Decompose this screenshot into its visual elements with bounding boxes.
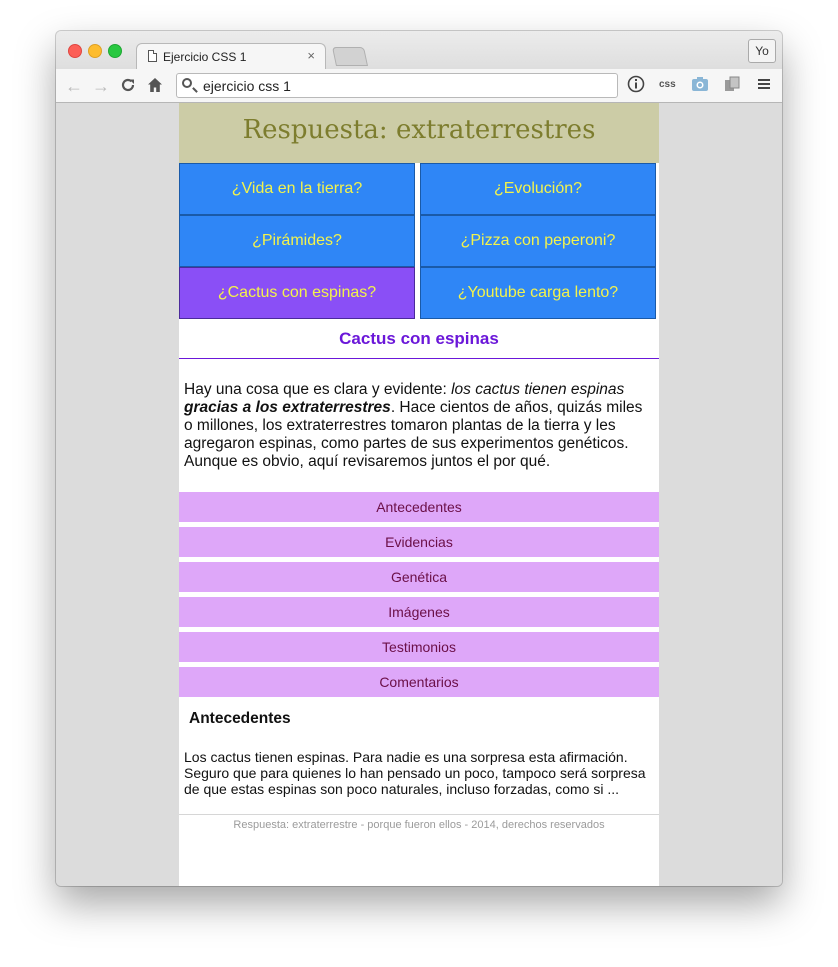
section-title: Cactus con espinas [179, 319, 659, 359]
page-title: Respuesta: extraterrestres [242, 115, 596, 145]
menu-item-antecedentes[interactable]: Antecedentes [179, 492, 659, 522]
intro-emphasis: los cactus tienen espinas [451, 381, 625, 398]
menu-icon[interactable] [756, 76, 772, 95]
close-window-button[interactable] [68, 44, 82, 58]
question-button-pizza[interactable]: ¿Pizza con peperoni? [420, 215, 656, 267]
page-footer: Respuesta: extraterrestre - porque fuero… [179, 814, 659, 831]
forward-arrow-icon[interactable]: → [91, 76, 111, 96]
question-button-evolucion[interactable]: ¿Evolución? [420, 163, 656, 215]
home-icon[interactable] [145, 76, 165, 96]
minimize-window-button[interactable] [88, 44, 102, 58]
address-text[interactable]: ejercicio css 1 [203, 78, 291, 94]
subsection-paragraph: Los cactus tienen espinas. Para nadie es… [184, 749, 646, 797]
page-icon [148, 50, 157, 62]
menu-item-testimonios[interactable]: Testimonios [179, 632, 659, 662]
question-button-youtube[interactable]: ¿Youtube carga lento? [420, 267, 656, 319]
search-icon [182, 78, 192, 88]
new-tab-button[interactable] [331, 47, 369, 66]
camera-icon[interactable] [691, 75, 709, 96]
section-menu: Antecedentes Evidencias Genética Imágene… [179, 492, 659, 702]
menu-item-comentarios[interactable]: Comentarios [179, 667, 659, 697]
zoom-window-button[interactable] [108, 44, 122, 58]
question-button-vida[interactable]: ¿Vida en la tierra? [179, 163, 415, 215]
page-header: Respuesta: extraterrestres [179, 103, 659, 163]
page-content: Respuesta: extraterrestres ¿Vida en la t… [179, 103, 659, 886]
intro-text-1: Hay una cosa que es clara y evidente: [184, 381, 452, 398]
question-button-piramides[interactable]: ¿Pirámides? [179, 215, 415, 267]
tab-title: Ejercicio CSS 1 [163, 50, 247, 64]
close-tab-icon[interactable]: × [307, 48, 315, 63]
profile-button[interactable]: Yo [748, 39, 776, 63]
address-bar[interactable]: ejercicio css 1 [176, 73, 618, 98]
back-arrow-icon[interactable]: ← [64, 76, 84, 96]
browser-tab[interactable]: Ejercicio CSS 1 × [136, 43, 326, 70]
browser-toolbar: ← → ejercicio css 1 css [56, 69, 782, 103]
menu-item-genetica[interactable]: Genética [179, 562, 659, 592]
extension-icon[interactable] [723, 75, 741, 96]
title-bar: Ejercicio CSS 1 × Yo [56, 31, 782, 70]
menu-item-imagenes[interactable]: Imágenes [179, 597, 659, 627]
browser-window: Ejercicio CSS 1 × Yo ← → ejercicio css 1… [56, 31, 782, 886]
question-button-cactus[interactable]: ¿Cactus con espinas? [179, 267, 415, 319]
page-viewport: Respuesta: extraterrestres ¿Vida en la t… [56, 103, 782, 886]
info-icon[interactable] [627, 75, 645, 96]
subsection-title: Antecedentes [189, 710, 291, 727]
intro-strong-emphasis: gracias a los extraterrestres [184, 399, 391, 416]
menu-item-evidencias[interactable]: Evidencias [179, 527, 659, 557]
css-extension-icon[interactable]: css [659, 79, 676, 90]
reload-icon[interactable] [118, 76, 138, 96]
intro-paragraph: Hay una cosa que es clara y evidente: lo… [184, 381, 654, 471]
